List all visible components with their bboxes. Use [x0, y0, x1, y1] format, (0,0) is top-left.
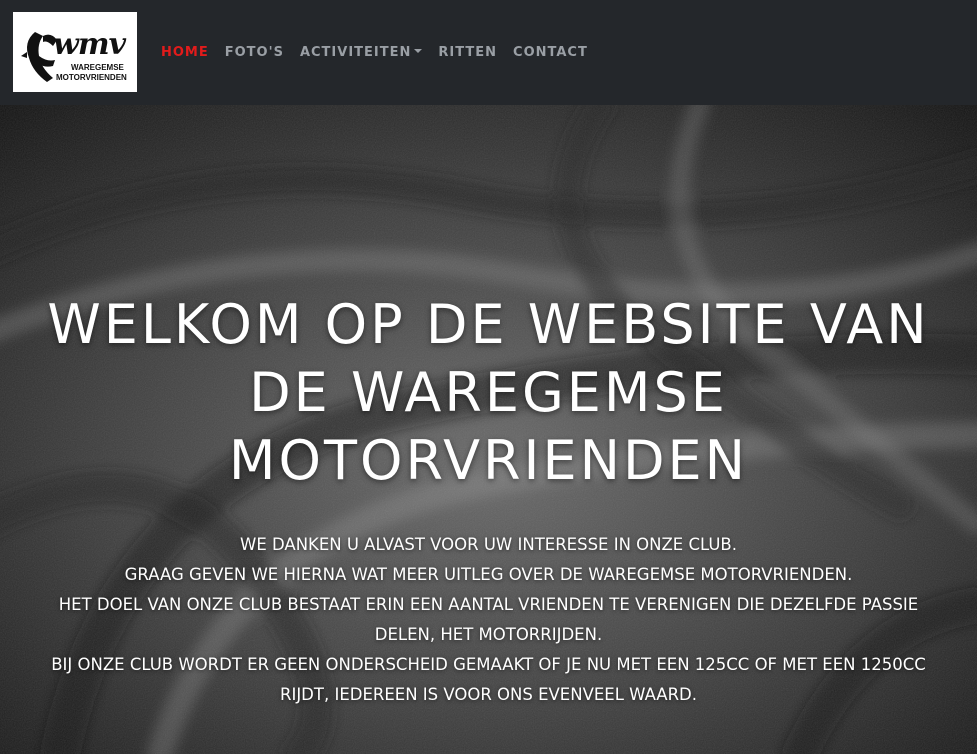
nav-item-ritten[interactable]: RITTEN — [438, 44, 497, 62]
nav-item-fotos[interactable]: FOTO'S — [225, 44, 284, 62]
caret-down-icon — [414, 48, 423, 53]
hero-title-line: DE WAREGEMSE — [249, 361, 728, 424]
hero-title-line: MOTORVRIENDEN — [228, 429, 749, 492]
logo-wordmark: wmv — [53, 27, 126, 62]
logo-subtitle-2: MOTORVRIENDEN — [56, 73, 127, 82]
site-logo[interactable]: wmv WAREGEMSE MOTORVRIENDEN — [13, 12, 137, 92]
navbar: wmv WAREGEMSE MOTORVRIENDEN HOME FOTO'S … — [0, 0, 977, 105]
hero-title: WELKOM OP DE WEBSITE VAN DE WAREGEMSE MO… — [0, 291, 977, 495]
hero-section: WELKOM OP DE WEBSITE VAN DE WAREGEMSE MO… — [0, 105, 977, 754]
hero-title-line: WELKOM OP DE WEBSITE VAN — [47, 293, 930, 356]
hero-intro-text: WE DANKEN U ALVAST VOOR UW INTERESSE IN … — [0, 530, 977, 710]
hero-text-line: DELEN, HET MOTORRIJDEN. — [374, 625, 603, 644]
hero-text-line: BIJ ONZE CLUB WORDT ER GEEN ONDERSCHEID … — [51, 655, 926, 674]
logo-subtitle-1: WAREGEMSE — [71, 63, 124, 72]
hero-text-line: HET DOEL VAN ONZE CLUB BESTAAT ERIN EEN … — [58, 595, 919, 614]
nav-item-contact[interactable]: CONTACT — [513, 44, 588, 62]
nav-item-home[interactable]: HOME — [161, 44, 209, 62]
nav-item-activiteiten[interactable]: ACTIVITEITEN — [299, 44, 423, 62]
nav-item-activiteiten-label: ACTIVITEITEN — [299, 45, 412, 60]
hero-text-line: RIJDT, IEDEREEN IS VOOR ONS EVENVEEL WAA… — [279, 685, 698, 704]
hero-text-line: GRAAG GEVEN WE HIERNA WAT MEER UITLEG OV… — [124, 565, 853, 584]
main-nav: HOME FOTO'S ACTIVITEITEN RITTEN CONTACT — [161, 44, 604, 62]
hero-text-line: WE DANKEN U ALVAST VOOR UW INTERESSE IN … — [240, 535, 737, 554]
